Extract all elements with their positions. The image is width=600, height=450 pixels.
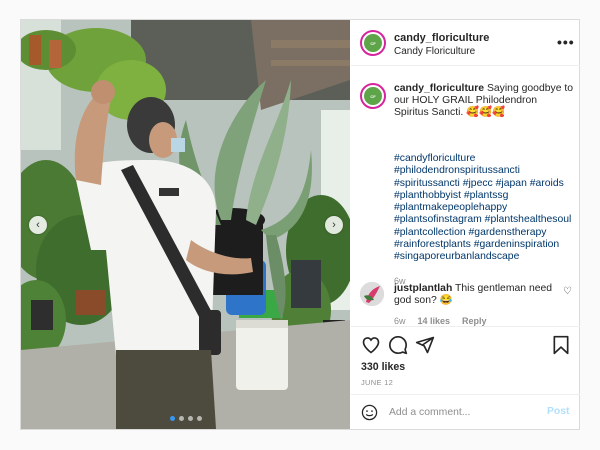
post-date: JUNE 12 [361,378,394,387]
commenter-avatar-icon [360,282,384,306]
comment-username[interactable]: justplantlah [394,283,452,294]
post-header: CF candy_floriculture Candy Floriculture… [351,20,580,66]
caption-username[interactable]: candy_floriculture [394,83,484,94]
reply-button[interactable]: Reply [462,316,487,326]
carousel-dot [169,416,175,421]
avatar[interactable]: CF [360,30,386,56]
nursery-photo [21,20,350,429]
emoji-icon[interactable] [361,404,378,421]
post-card: ‹ › CF candy_floriculture Candy Floricul… [20,19,580,430]
logo-icon: CF [364,87,382,105]
comment-meta: 6w 14 likes Reply [394,316,487,326]
comment-text: justplantlah This gentleman need god son… [394,283,559,308]
heart-icon[interactable] [361,335,381,355]
next-slide-button[interactable]: › [325,216,343,234]
add-comment-bar: Post [351,394,580,429]
caption-text: candy_floriculture Saying goodbye to our… [394,83,574,120]
logo-icon: CF [364,34,382,52]
header-subtitle: Candy Floriculture [394,46,476,57]
comment-timestamp: 6w [394,316,406,326]
carousel-dot [178,416,184,421]
post-actions: 330 likes JUNE 12 [351,326,580,387]
post-comment-button[interactable]: Post [547,406,570,417]
caption-hashtags[interactable]: #candyfloriculture #philodendronspiritus… [394,153,578,264]
comment-like-heart-icon[interactable]: ♡ [563,286,572,297]
post-side-panel: CF candy_floriculture Candy Floriculture… [351,20,580,429]
post-photo[interactable]: ‹ › [21,20,350,429]
carousel-dots [21,416,350,421]
carousel-dot [187,416,193,421]
comment-likes[interactable]: 14 likes [418,316,451,326]
carousel-dot [196,416,202,421]
bookmark-icon[interactable] [551,335,571,355]
comment-input[interactable] [389,403,539,421]
avatar[interactable]: CF [360,83,386,109]
comment-icon[interactable] [388,335,408,355]
avatar[interactable] [360,282,384,306]
likes-count[interactable]: 330 likes [361,361,405,373]
share-icon[interactable] [415,335,435,355]
more-options-icon[interactable]: ••• [557,34,575,50]
header-username[interactable]: candy_floriculture [394,32,489,44]
previous-slide-button[interactable]: ‹ [29,216,47,234]
